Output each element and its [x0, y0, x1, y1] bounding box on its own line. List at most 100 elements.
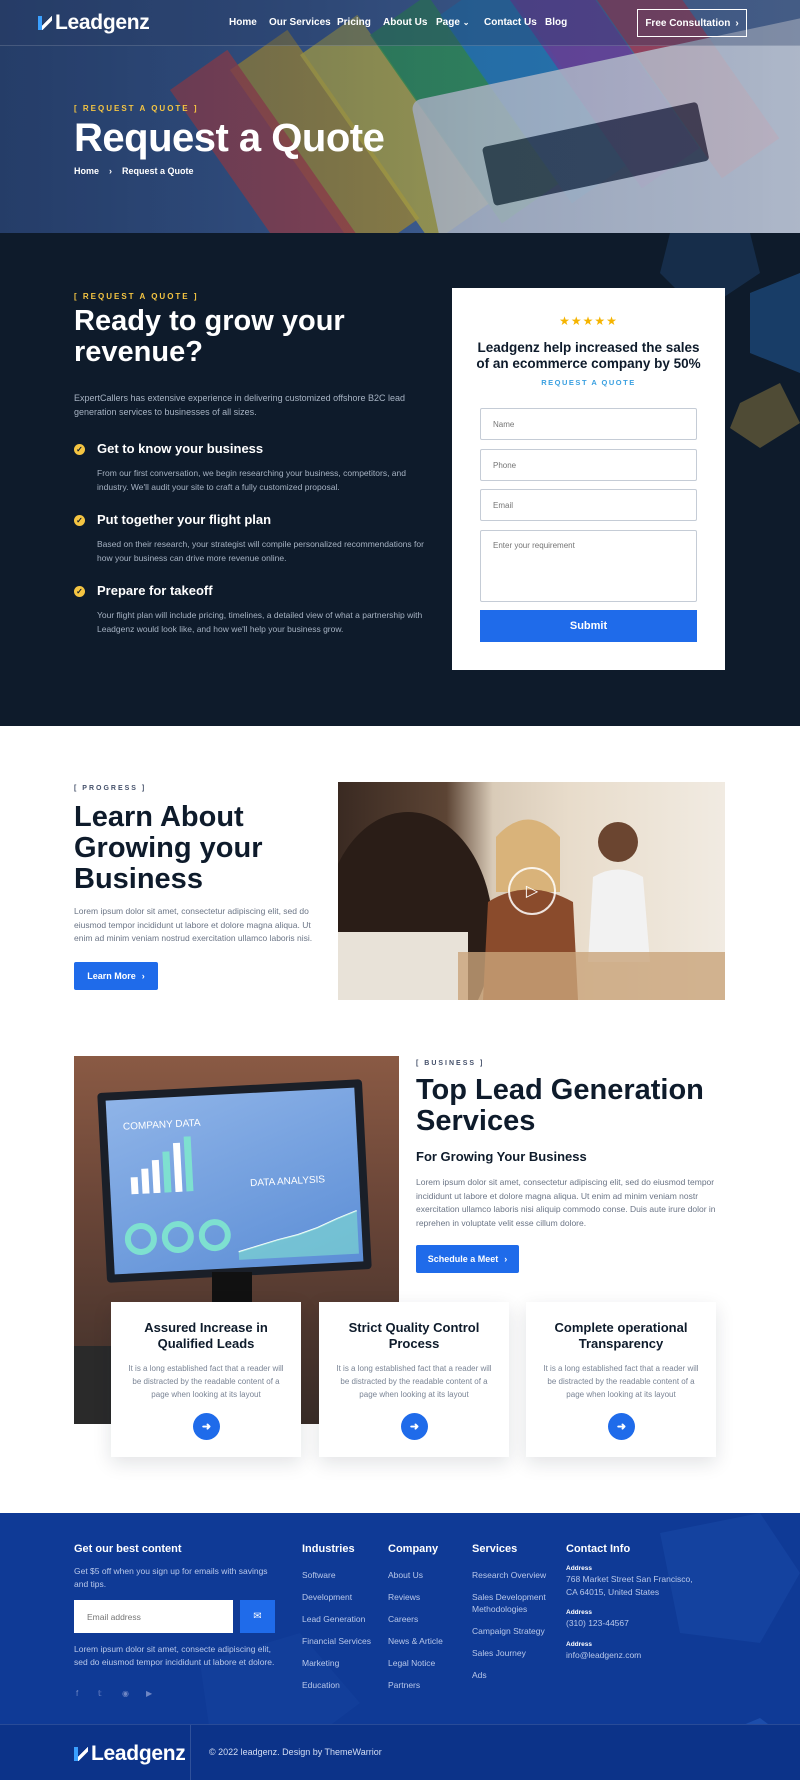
- nav-home[interactable]: Home: [229, 17, 257, 28]
- newsletter-title: Get our best content: [74, 1543, 182, 1555]
- footer-link[interactable]: About Us: [388, 1569, 423, 1581]
- footer-bottom-bar: Leadgenz © 2022 leadgenz. Design by Them…: [0, 1724, 800, 1780]
- services-heading: Services: [472, 1543, 518, 1555]
- newsletter-email-input[interactable]: [74, 1600, 233, 1633]
- page-title: Request a Quote: [74, 116, 385, 160]
- contact-heading: Contact Info: [566, 1543, 631, 1555]
- nav-about-us[interactable]: About Us: [383, 17, 427, 28]
- footer-link[interactable]: Financial Services: [302, 1635, 371, 1647]
- arrow-right-icon[interactable]: ➜: [193, 1413, 220, 1440]
- feature-title: Strict Quality Control Process: [348, 1320, 480, 1351]
- section-text: Lorem ipsum dolor sit amet, consectetur …: [74, 906, 313, 943]
- section-eyebrow: [ PROGRESS ]: [74, 785, 147, 792]
- footer-link[interactable]: Software: [302, 1569, 336, 1581]
- section-eyebrow: [ REQUEST A QUOTE ]: [74, 292, 199, 301]
- step-text: Based on their research, your strategist…: [97, 539, 424, 563]
- footer-link[interactable]: Partners: [388, 1679, 420, 1691]
- copyright-text: © 2022 leadgenz. Design by ThemeWarrior: [209, 1747, 382, 1757]
- section-lead: ExpertCallers has extensive experience i…: [74, 393, 406, 417]
- monitor-image: COMPANY DATA DATA ANALYSIS: [97, 1079, 372, 1283]
- footer-link[interactable]: Careers: [388, 1613, 418, 1625]
- footer-link[interactable]: Sales Journey: [472, 1647, 526, 1659]
- section-title: Ready to grow your revenue?: [74, 305, 345, 368]
- phone-field[interactable]: [480, 449, 697, 481]
- email-text[interactable]: info@leadgenz.com: [566, 1649, 641, 1662]
- form-headline: Leadgenz help increased the sales of an …: [476, 340, 701, 371]
- brand-logo[interactable]: Leadgenz: [38, 11, 150, 35]
- footer-link[interactable]: Education: [302, 1679, 340, 1691]
- footer-link[interactable]: Campaign Strategy: [472, 1625, 545, 1637]
- top-navigation: Leadgenz Home Our Services Pricing About…: [0, 0, 800, 46]
- footer-link[interactable]: Reviews: [388, 1591, 420, 1603]
- arrow-right-icon[interactable]: ➜: [401, 1413, 428, 1440]
- play-video-icon[interactable]: ▷: [508, 867, 556, 915]
- feature-card: Complete operational Transparency It is …: [526, 1302, 716, 1457]
- footer-link[interactable]: Ads: [472, 1669, 487, 1681]
- footer-link[interactable]: Legal Notice: [388, 1657, 435, 1669]
- site-footer: Get our best content Get $5 off when you…: [0, 1513, 800, 1780]
- star-rating: ★★★★★: [559, 314, 618, 328]
- check-icon: ✓: [74, 515, 85, 526]
- screen-subtitle: DATA ANALYSIS: [249, 1174, 326, 1190]
- instagram-icon[interactable]: ◉: [122, 1689, 129, 1698]
- nav-pricing[interactable]: Pricing: [337, 17, 371, 28]
- breadcrumb-current: Request a Quote: [122, 166, 194, 176]
- nav-page[interactable]: Page ⌄: [436, 17, 469, 28]
- breadcrumb-home[interactable]: Home: [74, 166, 99, 176]
- name-field[interactable]: [480, 408, 697, 440]
- chevron-right-icon: ›: [141, 971, 145, 981]
- team-meeting-photo: ▷: [338, 782, 725, 1000]
- phone-text[interactable]: (310) 123-44567: [566, 1617, 629, 1630]
- chevron-right-icon: ›: [109, 166, 113, 176]
- quote-form: ★★★★★ Leadgenz help increased the sales …: [452, 288, 725, 670]
- feature-title: Complete operational Transparency: [554, 1320, 688, 1351]
- divider: [190, 1725, 191, 1780]
- hero-eyebrow: [ REQUEST A QUOTE ]: [74, 104, 199, 113]
- facebook-icon[interactable]: f: [76, 1689, 78, 1698]
- feature-text: It is a long established fact that a rea…: [128, 1364, 284, 1399]
- envelope-icon[interactable]: ✉: [240, 1600, 275, 1633]
- youtube-icon[interactable]: ▶: [146, 1689, 152, 1698]
- check-icon: ✓: [74, 444, 85, 455]
- twitter-icon[interactable]: 𝕥: [98, 1689, 102, 1698]
- submit-button[interactable]: Submit: [480, 610, 697, 642]
- email-field[interactable]: [480, 489, 697, 521]
- chevron-right-icon: ›: [735, 17, 739, 29]
- section-text: Lorem ipsum dolor sit amet, consectetur …: [416, 1177, 716, 1228]
- form-subtitle: REQUEST A QUOTE: [541, 378, 636, 387]
- phone-label: Address: [566, 1609, 593, 1616]
- footer-link[interactable]: Lead Generation: [302, 1613, 365, 1625]
- industries-heading: Industries: [302, 1543, 355, 1555]
- footer-link[interactable]: Sales Development Methodologies: [472, 1591, 557, 1615]
- learn-more-button[interactable]: Learn More ›: [74, 962, 158, 990]
- quote-section: [ REQUEST A QUOTE ] Ready to grow your r…: [0, 233, 800, 726]
- section-title: Top Lead Generation Services: [416, 1074, 704, 1137]
- free-consultation-button[interactable]: Free Consultation ›: [637, 9, 747, 37]
- step-text: From our first conversation, we begin re…: [97, 468, 406, 492]
- nav-blog[interactable]: Blog: [545, 17, 567, 28]
- arrow-right-icon[interactable]: ➜: [608, 1413, 635, 1440]
- logo-icon: [74, 1747, 88, 1761]
- step-text: Your flight plan will include pricing, t…: [97, 610, 423, 634]
- footer-link[interactable]: Research Overview: [472, 1569, 546, 1581]
- step-title: Put together your flight plan: [97, 512, 272, 527]
- footer-logo[interactable]: Leadgenz: [74, 1742, 186, 1766]
- footer-link[interactable]: News & Article: [388, 1635, 443, 1647]
- feature-card: Strict Quality Control Process It is a l…: [319, 1302, 509, 1457]
- feature-card: Assured Increase in Qualified Leads It i…: [111, 1302, 301, 1457]
- check-icon: ✓: [74, 586, 85, 597]
- footer-link[interactable]: Marketing: [302, 1657, 339, 1669]
- footer-about-text: Lorem ipsum dolor sit amet, consecte adi…: [74, 1644, 275, 1667]
- footer-link[interactable]: Development: [302, 1591, 352, 1603]
- newsletter-text: Get $5 off when you sign up for emails w…: [74, 1566, 268, 1589]
- nav-our-services[interactable]: Our Services: [269, 17, 331, 28]
- section-subtitle: For Growing Your Business: [416, 1149, 587, 1164]
- breadcrumb: Home › Request a Quote: [74, 166, 194, 176]
- requirement-field[interactable]: [480, 530, 697, 602]
- logo-icon: [38, 16, 52, 30]
- nav-contact-us[interactable]: Contact Us: [484, 17, 537, 28]
- company-heading: Company: [388, 1543, 439, 1555]
- address-text: 768 Market Street San Francisco, CA 6401…: [566, 1574, 693, 1597]
- schedule-meet-button[interactable]: Schedule a Meet ›: [416, 1245, 519, 1273]
- feature-text: It is a long established fact that a rea…: [336, 1364, 492, 1399]
